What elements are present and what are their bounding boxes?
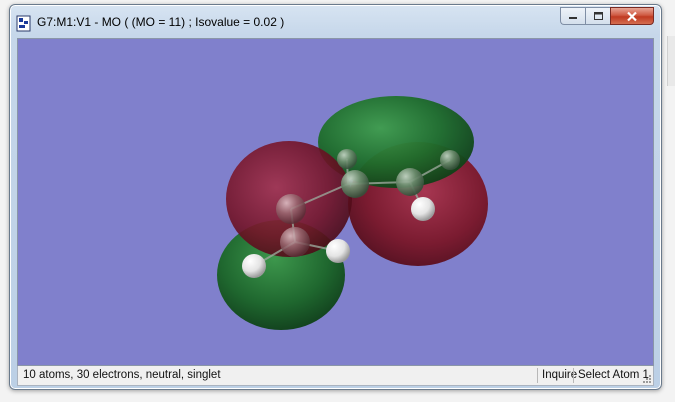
title-bar[interactable]: G7:M1:V1 - MO ( (MO = 11) ; Isovalue = 0… xyxy=(10,5,661,39)
carbon-atom[interactable] xyxy=(276,194,306,224)
hydrogen-atom[interactable] xyxy=(242,254,266,278)
window-controls xyxy=(560,7,654,25)
window-title: G7:M1:V1 - MO ( (MO = 11) ; Isovalue = 0… xyxy=(37,15,285,29)
close-button[interactable] xyxy=(610,7,654,25)
resize-grip-icon[interactable] xyxy=(641,373,652,384)
orbital-render xyxy=(217,96,488,330)
molecule-viewport[interactable] xyxy=(17,38,654,366)
minimize-button[interactable] xyxy=(560,7,585,25)
carbon-atom[interactable] xyxy=(396,168,424,196)
background-window-edge xyxy=(667,36,675,86)
gaussview-app-icon[interactable] xyxy=(16,15,32,32)
status-bar: 10 atoms, 30 electrons, neutral, singlet… xyxy=(17,366,654,386)
hydrogen-atom[interactable] xyxy=(411,197,435,221)
carbon-atom[interactable] xyxy=(337,149,357,169)
carbon-atom[interactable] xyxy=(280,227,310,257)
hydrogen-atom[interactable] xyxy=(326,239,350,263)
molecule-info: 10 atoms, 30 electrons, neutral, singlet xyxy=(23,369,221,381)
close-icon xyxy=(627,11,637,21)
carbon-atom[interactable] xyxy=(341,170,369,198)
minimize-icon xyxy=(569,17,577,19)
mo-viewer-window: G7:M1:V1 - MO ( (MO = 11) ; Isovalue = 0… xyxy=(9,4,662,390)
maximize-icon xyxy=(593,12,603,20)
carbon-atom[interactable] xyxy=(440,150,460,170)
maximize-button[interactable] xyxy=(585,7,610,25)
